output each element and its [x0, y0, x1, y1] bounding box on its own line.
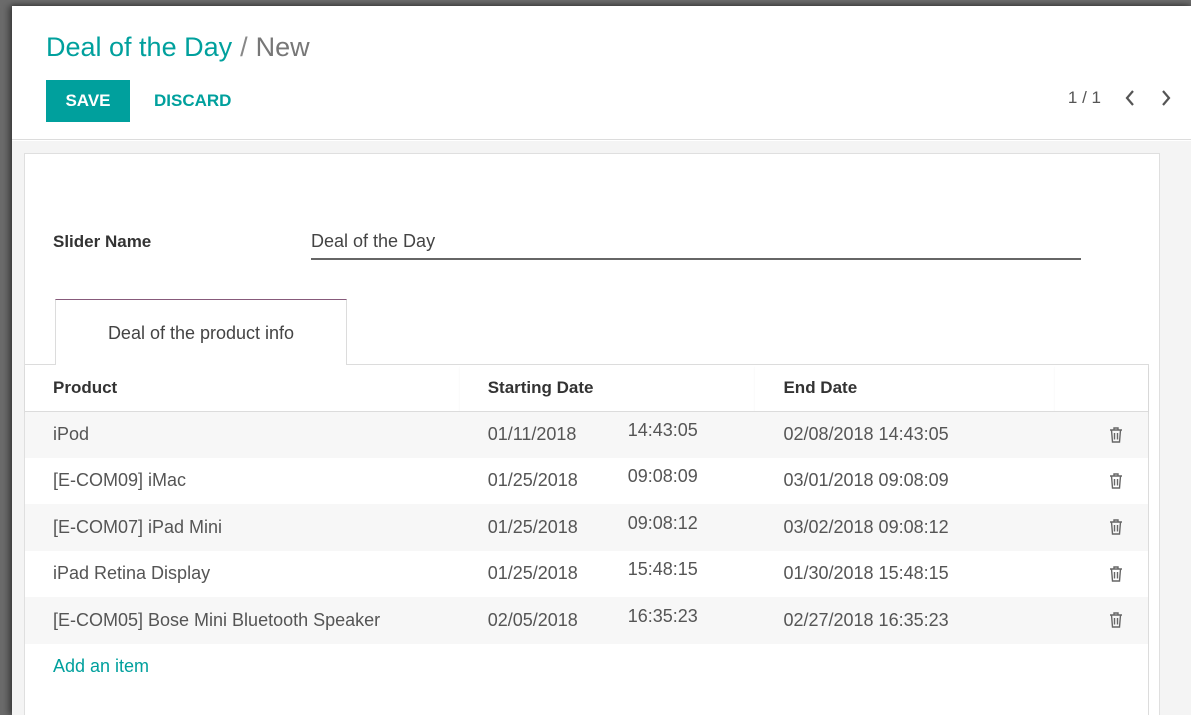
table-row[interactable]: iPod 01/11/2018 14:43:05 02/08/2018 14:43…	[25, 411, 1148, 458]
add-item-link[interactable]: Add an item	[25, 644, 149, 677]
breadcrumb-current: New	[255, 32, 310, 62]
product-cell[interactable]: iPad Retina Display	[25, 550, 460, 597]
slider-name-input[interactable]	[311, 224, 1081, 260]
save-button[interactable]: SAVE	[46, 80, 130, 122]
product-cell[interactable]: iPod	[25, 411, 460, 458]
control-panel: Deal of the Day / New SAVE DISCARD 1 / 1	[12, 6, 1191, 140]
start-time-value: 09:08:12	[627, 512, 698, 533]
tab-deal-product-info[interactable]: Deal of the product info	[55, 299, 347, 366]
breadcrumb-parent-link[interactable]: Deal of the Day	[46, 32, 232, 62]
end-date-cell[interactable]: 02/08/2018 14:43:05	[755, 411, 1056, 458]
table-header-row: Product Starting Date End Date	[25, 365, 1148, 412]
product-cell[interactable]: [E-COM05] Bose Mini Bluetooth Speaker	[25, 597, 460, 644]
end-date-cell[interactable]: 03/01/2018 09:08:09	[755, 457, 1056, 504]
deal-products-table: Product Starting Date End Date iPod 01/1…	[25, 365, 1149, 715]
starting-date-cell[interactable]: 02/05/2018 16:35:23	[459, 597, 756, 644]
trash-icon[interactable]	[1055, 550, 1148, 597]
start-time-value: 16:35:23	[627, 605, 698, 626]
start-date-value: 01/11/2018	[487, 424, 577, 444]
form-content: Slider Name Deal of the product info Pro…	[12, 141, 1191, 715]
start-time-value: 15:48:15	[627, 559, 698, 580]
form-sheet: Slider Name Deal of the product info Pro…	[24, 153, 1160, 715]
notebook-tabs: Deal of the product info	[25, 299, 1149, 366]
starting-date-cell[interactable]: 01/25/2018 15:48:15	[459, 550, 756, 597]
starting-date-cell[interactable]: 01/25/2018 09:08:09	[459, 457, 756, 504]
starting-date-cell[interactable]: 01/25/2018 09:08:12	[459, 504, 756, 551]
breadcrumb: Deal of the Day / New	[46, 30, 310, 64]
end-date-cell[interactable]: 01/30/2018 15:48:15	[755, 550, 1056, 597]
chevron-right-icon[interactable]	[1159, 88, 1173, 108]
start-date-value: 01/25/2018	[487, 470, 578, 491]
start-time-value: 09:08:09	[627, 466, 698, 487]
slider-name-label: Slider Name	[53, 232, 152, 251]
start-date-value: 01/25/2018	[487, 516, 578, 537]
column-header-end-date[interactable]: End Date	[755, 365, 1056, 412]
end-date-cell[interactable]: 02/27/2018 16:35:23	[755, 597, 1056, 644]
table-row[interactable]: [E-COM05] Bose Mini Bluetooth Speaker 02…	[25, 597, 1148, 644]
end-date-cell[interactable]: 03/02/2018 09:08:12	[755, 504, 1056, 551]
product-cell[interactable]: [E-COM07] iPad Mini	[25, 504, 460, 551]
column-header-actions	[1055, 365, 1148, 412]
trash-icon[interactable]	[1055, 597, 1148, 644]
start-time-value: 14:43:05	[627, 420, 698, 440]
pager: 1 / 1	[1068, 88, 1173, 108]
pager-value[interactable]: 1 / 1	[1068, 88, 1101, 108]
start-date-value: 02/05/2018	[487, 609, 578, 630]
discard-button[interactable]: DISCARD	[152, 80, 233, 122]
product-cell[interactable]: [E-COM09] iMac	[25, 457, 460, 504]
start-date-value: 01/25/2018	[487, 563, 578, 584]
table-row[interactable]: [E-COM09] iMac 01/25/2018 09:08:09 03/01/…	[25, 457, 1148, 504]
table-row[interactable]: [E-COM07] iPad Mini 01/25/2018 09:08:12 0…	[25, 504, 1148, 551]
form-window: Deal of the Day / New SAVE DISCARD 1 / 1 S…	[12, 6, 1191, 715]
trash-icon[interactable]	[1055, 457, 1148, 504]
column-header-starting-date[interactable]: Starting Date	[459, 365, 756, 412]
breadcrumb-separator: /	[240, 32, 248, 62]
chevron-left-icon[interactable]	[1123, 88, 1137, 108]
column-header-product[interactable]: Product	[25, 365, 460, 412]
starting-date-cell[interactable]: 01/11/2018 14:43:05	[459, 411, 756, 458]
table-row[interactable]: iPad Retina Display 01/25/2018 15:48:15 0…	[25, 550, 1148, 597]
trash-icon[interactable]	[1055, 504, 1148, 551]
trash-icon[interactable]	[1055, 411, 1148, 458]
